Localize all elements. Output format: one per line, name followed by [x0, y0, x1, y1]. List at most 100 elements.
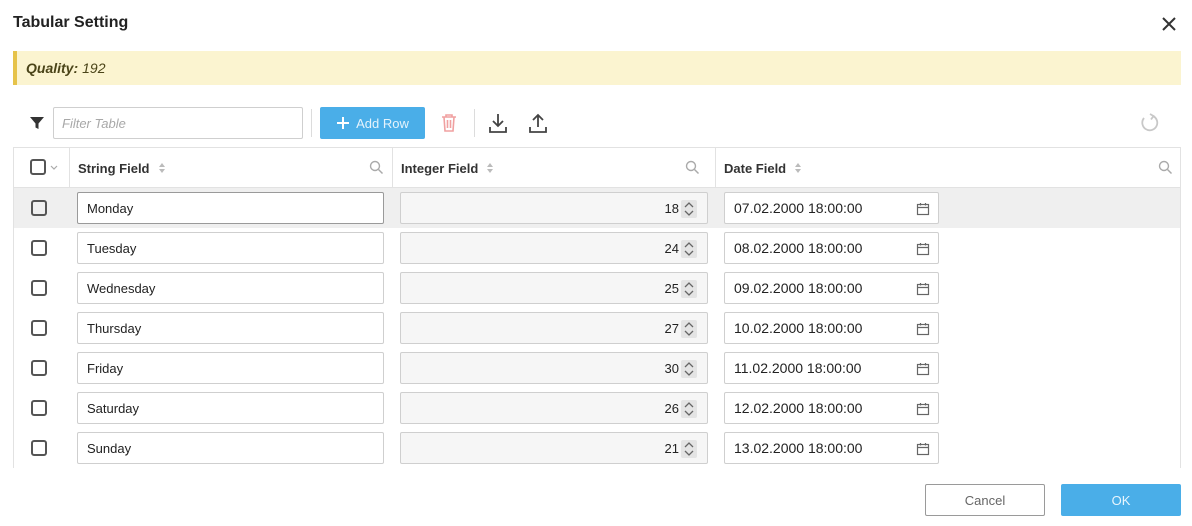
column-header-integer[interactable]: Integer Field: [401, 148, 494, 188]
add-row-button[interactable]: Add Row: [320, 107, 425, 139]
calendar-icon[interactable]: [916, 322, 930, 336]
string-field-input[interactable]: Tuesday: [77, 232, 384, 264]
date-value: 12.02.2000 18:00:00: [734, 400, 863, 416]
table-row: Sunday 21 13.02.2000 18:00:00: [14, 428, 1180, 468]
row-checkbox[interactable]: [31, 400, 47, 416]
date-field-input[interactable]: 10.02.2000 18:00:00: [724, 312, 939, 344]
reset-icon[interactable]: [1138, 112, 1160, 134]
date-value: 10.02.2000 18:00:00: [734, 320, 863, 336]
integer-field-input[interactable]: 18: [400, 192, 708, 224]
search-icon[interactable]: [685, 160, 700, 175]
column-divider: [69, 148, 70, 188]
date-field-input[interactable]: 08.02.2000 18:00:00: [724, 232, 939, 264]
stepper-icon[interactable]: [681, 320, 697, 338]
filter-table-input[interactable]: [53, 107, 303, 139]
upload-icon[interactable]: [527, 112, 549, 134]
string-field-input[interactable]: Sunday: [77, 432, 384, 464]
table-toolbar: Add Row: [13, 107, 1181, 139]
integer-field-input[interactable]: 26: [400, 392, 708, 424]
close-icon[interactable]: [1159, 14, 1179, 34]
data-table: String Field Integer Field Date Field Mo…: [13, 147, 1181, 468]
row-checkbox[interactable]: [31, 320, 47, 336]
quality-banner: Quality: 192: [13, 51, 1181, 85]
string-field-input[interactable]: Monday: [77, 192, 384, 224]
select-all-checkbox[interactable]: [30, 159, 46, 175]
integer-field-input[interactable]: 27: [400, 312, 708, 344]
add-row-label: Add Row: [356, 115, 409, 131]
date-field-input[interactable]: 12.02.2000 18:00:00: [724, 392, 939, 424]
string-field-input[interactable]: Friday: [77, 352, 384, 384]
calendar-icon[interactable]: [916, 282, 930, 296]
table-row: Thursday 27 10.02.2000 18:00:00: [14, 308, 1180, 348]
calendar-icon[interactable]: [916, 202, 930, 216]
table-header: String Field Integer Field Date Field: [14, 148, 1180, 188]
integer-value: 24: [664, 240, 679, 256]
quality-value: 192: [82, 60, 106, 76]
download-icon[interactable]: [487, 112, 509, 134]
integer-field-input[interactable]: 21: [400, 432, 708, 464]
date-value: 07.02.2000 18:00:00: [734, 200, 863, 216]
column-header-label: String Field: [78, 160, 150, 176]
calendar-icon[interactable]: [916, 442, 930, 456]
plus-icon: [337, 117, 350, 129]
ok-button[interactable]: OK: [1061, 484, 1181, 516]
date-value: 09.02.2000 18:00:00: [734, 280, 863, 296]
stepper-icon[interactable]: [681, 240, 697, 258]
row-checkbox[interactable]: [31, 360, 47, 376]
column-header-string[interactable]: String Field: [78, 148, 166, 188]
stepper-icon[interactable]: [681, 360, 697, 378]
trash-icon[interactable]: [438, 112, 460, 134]
column-header-label: Date Field: [724, 160, 787, 176]
column-divider: [715, 148, 716, 188]
integer-field-input[interactable]: 25: [400, 272, 708, 304]
table-row: Saturday 26 12.02.2000 18:00:00: [14, 388, 1180, 428]
calendar-icon[interactable]: [916, 402, 930, 416]
integer-value: 26: [664, 400, 679, 416]
date-value: 13.02.2000 18:00:00: [734, 440, 863, 456]
date-field-input[interactable]: 07.02.2000 18:00:00: [724, 192, 939, 224]
integer-field-input[interactable]: 30: [400, 352, 708, 384]
integer-value: 30: [664, 360, 679, 376]
string-field-input[interactable]: Thursday: [77, 312, 384, 344]
sort-icon[interactable]: [486, 162, 494, 174]
date-value: 08.02.2000 18:00:00: [734, 240, 863, 256]
stepper-icon[interactable]: [681, 440, 697, 458]
column-divider: [392, 148, 393, 188]
row-checkbox[interactable]: [31, 280, 47, 296]
integer-field-input[interactable]: 24: [400, 232, 708, 264]
tabular-setting-dialog: Tabular Setting Quality: 192 Add Row: [0, 0, 1192, 526]
date-field-input[interactable]: 13.02.2000 18:00:00: [724, 432, 939, 464]
stepper-icon[interactable]: [681, 200, 697, 218]
chevron-down-icon[interactable]: [50, 165, 58, 171]
sort-icon[interactable]: [158, 162, 166, 174]
string-field-input[interactable]: Wednesday: [77, 272, 384, 304]
date-field-input[interactable]: 09.02.2000 18:00:00: [724, 272, 939, 304]
table-row: Monday 18 07.02.2000 18:00:00: [14, 188, 1180, 228]
date-value: 11.02.2000 18:00:00: [734, 360, 862, 376]
row-checkbox[interactable]: [31, 240, 47, 256]
date-field-input[interactable]: 11.02.2000 18:00:00: [724, 352, 939, 384]
cancel-button[interactable]: Cancel: [925, 484, 1045, 516]
stepper-icon[interactable]: [681, 400, 697, 418]
row-checkbox[interactable]: [31, 440, 47, 456]
integer-value: 25: [664, 280, 679, 296]
sort-icon[interactable]: [794, 162, 802, 174]
toolbar-divider: [311, 109, 312, 137]
integer-value: 27: [664, 320, 679, 336]
table-row: Wednesday 25 09.02.2000 18:00:00: [14, 268, 1180, 308]
integer-value: 18: [664, 200, 679, 216]
calendar-icon[interactable]: [916, 362, 930, 376]
column-header-date[interactable]: Date Field: [724, 148, 802, 188]
quality-label: Quality:: [26, 60, 79, 76]
toolbar-divider: [474, 109, 475, 137]
stepper-icon[interactable]: [681, 280, 697, 298]
search-icon[interactable]: [369, 160, 384, 175]
calendar-icon[interactable]: [916, 242, 930, 256]
search-icon[interactable]: [1158, 160, 1173, 175]
table-row: Tuesday 24 08.02.2000 18:00:00: [14, 228, 1180, 268]
table-row: Friday 30 11.02.2000 18:00:00: [14, 348, 1180, 388]
filter-icon: [30, 117, 44, 129]
column-header-label: Integer Field: [401, 160, 479, 176]
row-checkbox[interactable]: [31, 200, 47, 216]
string-field-input[interactable]: Saturday: [77, 392, 384, 424]
